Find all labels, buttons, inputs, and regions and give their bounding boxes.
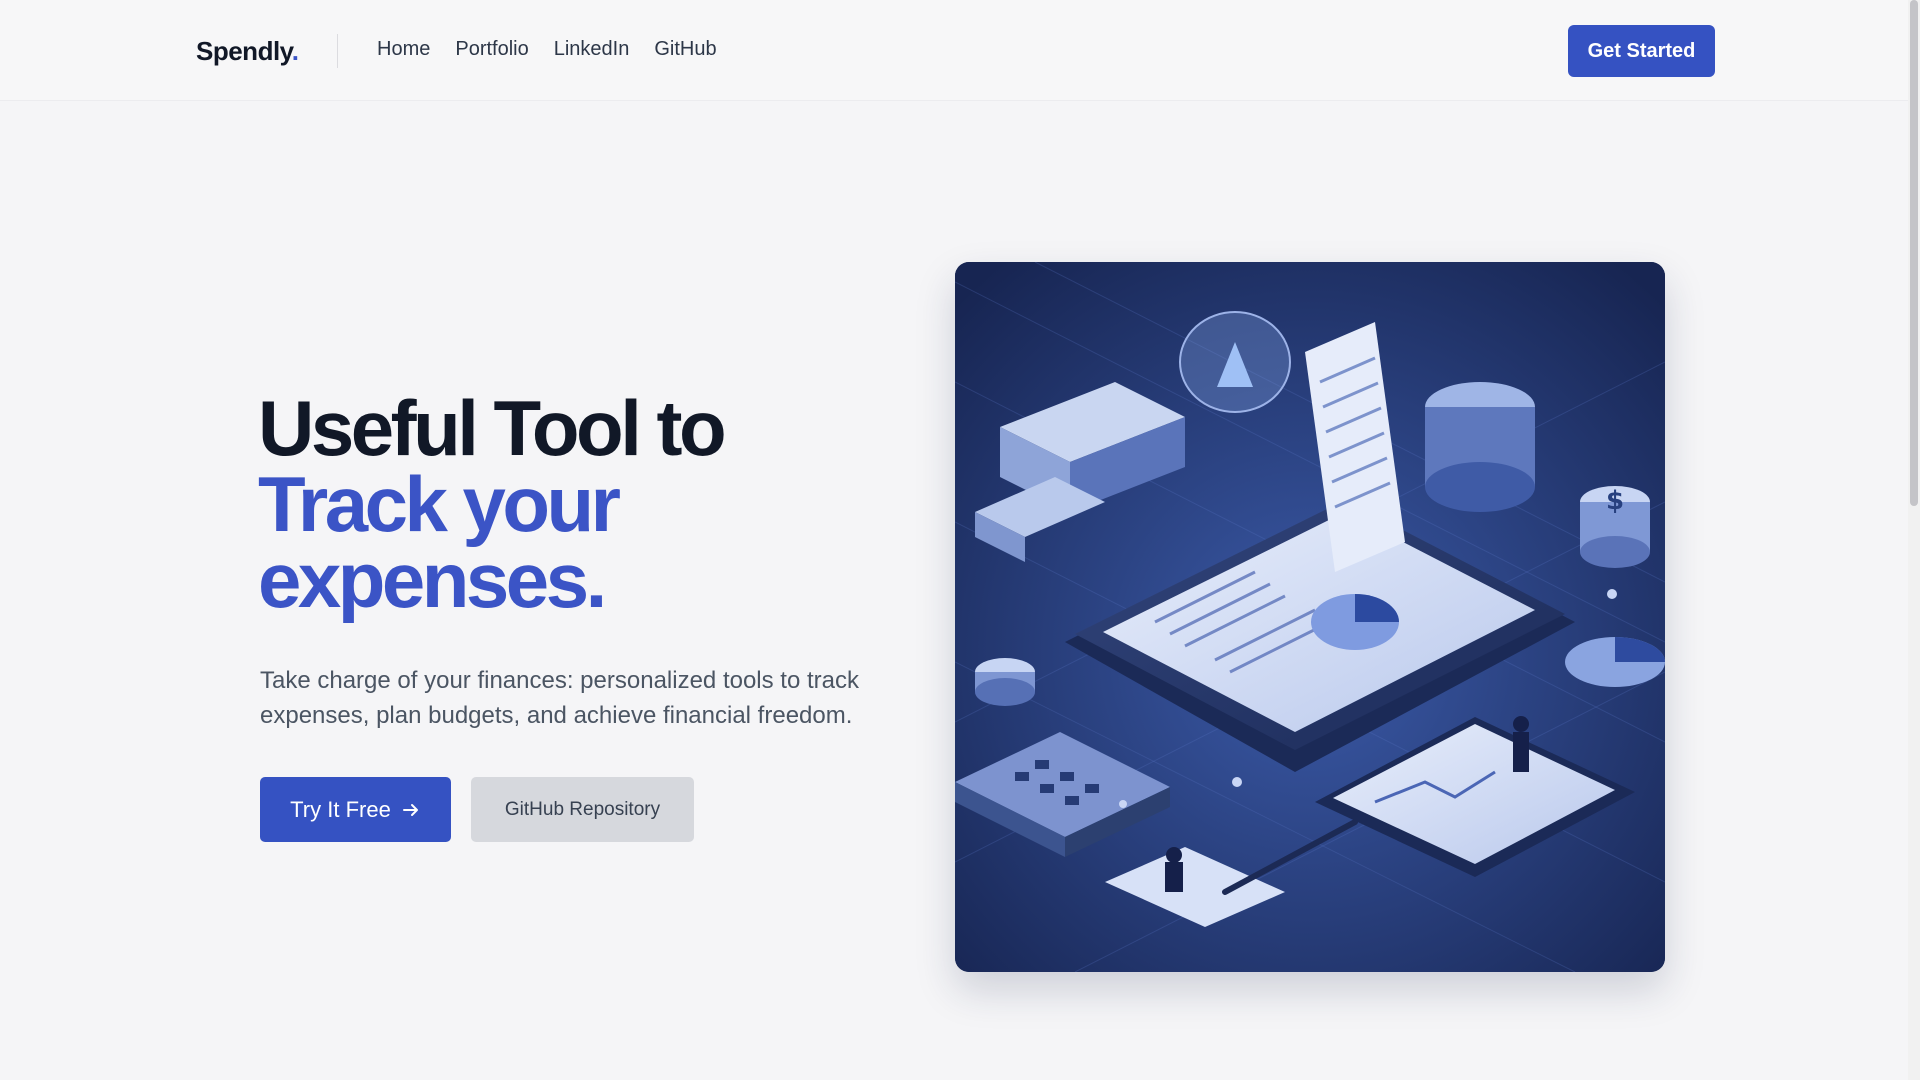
get-started-button[interactable]: Get Started: [1568, 25, 1715, 77]
hero-illustration: $: [955, 262, 1665, 972]
scrollbar-thumb[interactable]: [1910, 0, 1918, 506]
hero-title-line2: Track your: [258, 460, 621, 548]
hero-title-line1: Useful Tool to: [258, 384, 727, 472]
try-it-free-button[interactable]: Try It Free: [260, 777, 451, 842]
nav-linkedin-link[interactable]: LinkedIn: [554, 38, 630, 61]
nav-home-link[interactable]: Home: [377, 38, 430, 61]
main-nav: Home Portfolio LinkedIn GitHub: [377, 38, 717, 61]
github-repository-button[interactable]: GitHub Repository: [471, 777, 694, 842]
try-it-free-label: Try It Free: [290, 796, 391, 822]
arrow-right-icon: [402, 803, 418, 816]
page-scrollbar[interactable]: [1908, 0, 1920, 1080]
logo-dot: .: [291, 36, 299, 66]
hero-title: Useful Tool to Track your expenses.: [258, 384, 898, 624]
site-header: Spendly. Home Portfolio LinkedIn GitHub …: [0, 0, 1908, 101]
svg-text:$: $: [1606, 486, 1624, 516]
hero-subtitle: Take charge of your finances: personaliz…: [260, 667, 859, 729]
logo[interactable]: Spendly.: [196, 36, 299, 67]
nav-github-link[interactable]: GitHub: [654, 38, 716, 61]
hero-title-line3: expenses.: [258, 536, 607, 624]
nav-portfolio-link[interactable]: Portfolio: [455, 38, 528, 61]
logo-text: Spendly: [196, 36, 292, 66]
finance-illustration: $: [955, 262, 1665, 972]
header-divider: [337, 34, 338, 68]
